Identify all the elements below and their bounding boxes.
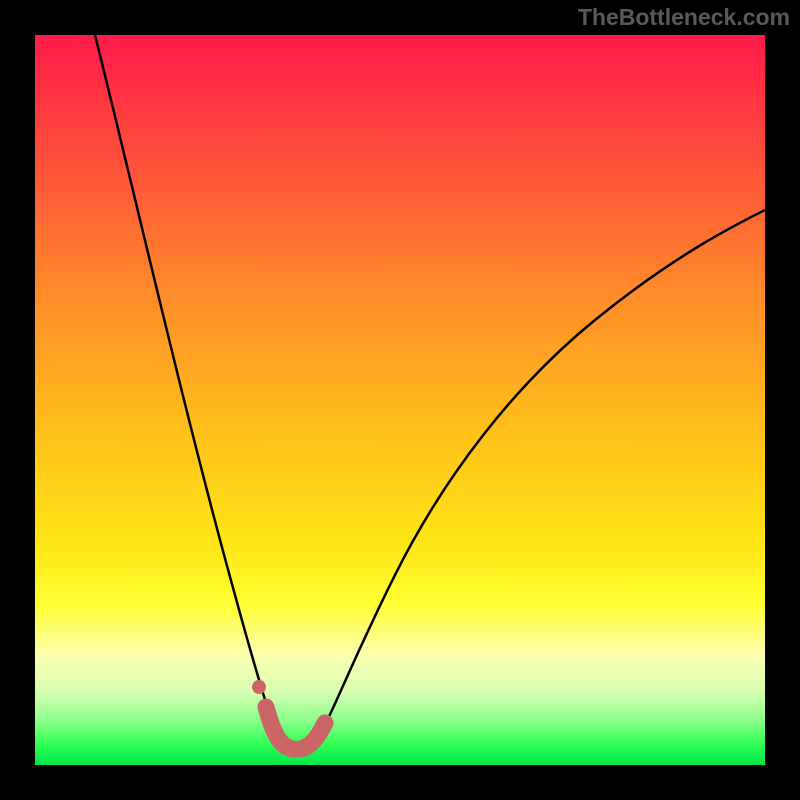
plot-area bbox=[35, 35, 765, 765]
highlight-dot bbox=[252, 680, 266, 694]
main-curve bbox=[95, 35, 765, 752]
highlight-curve bbox=[266, 707, 325, 749]
watermark-label: TheBottleneck.com bbox=[578, 4, 790, 31]
chart-svg bbox=[35, 35, 765, 765]
